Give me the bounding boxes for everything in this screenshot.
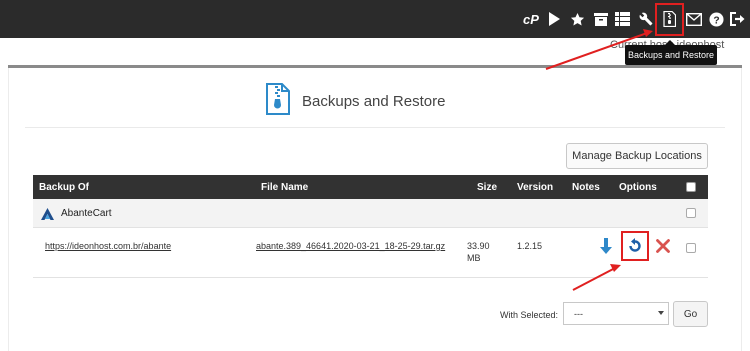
- arrowhead-topbar: [643, 29, 653, 37]
- arrow-to-topbar: [545, 31, 651, 70]
- arrow-to-restore: [572, 266, 618, 291]
- annotation-arrows: [545, 29, 653, 291]
